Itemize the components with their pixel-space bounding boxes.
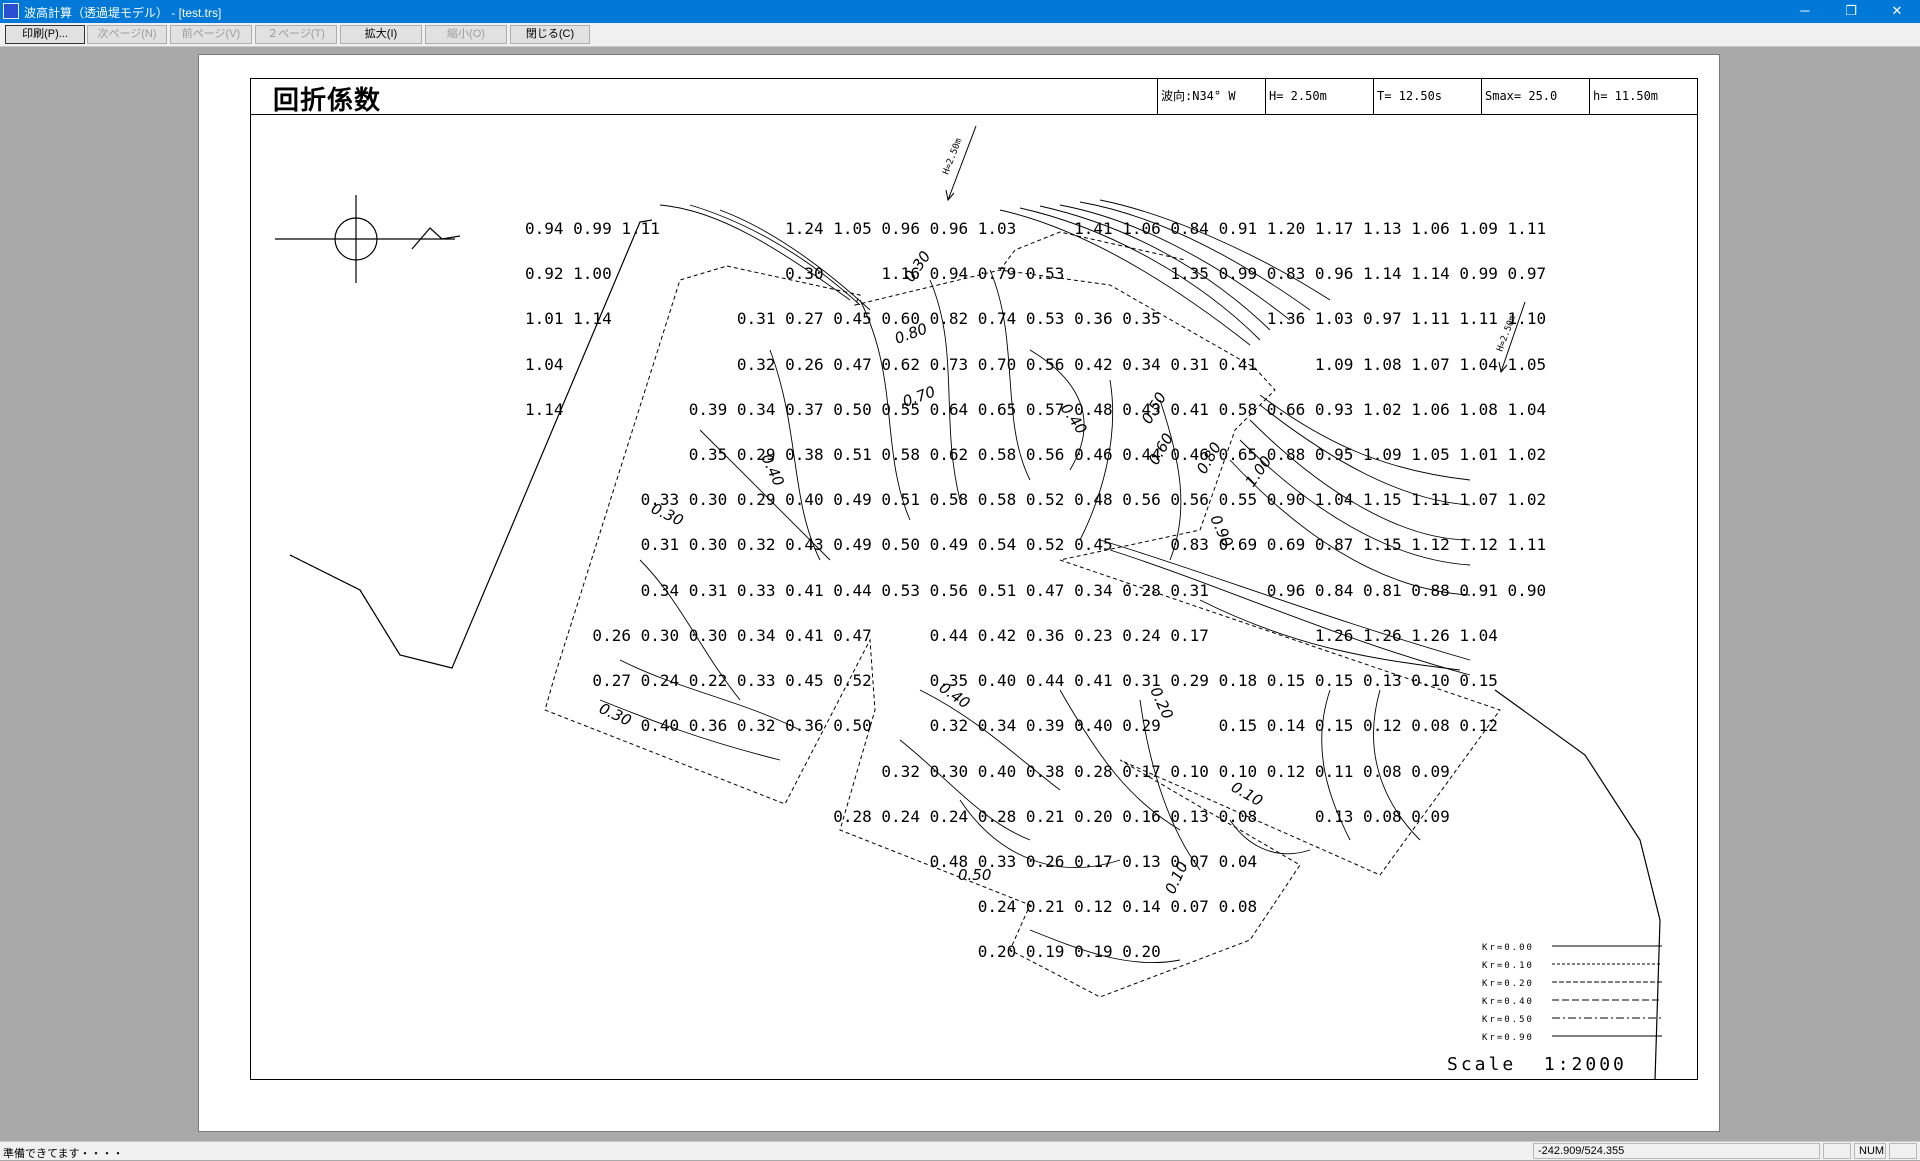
grid-row: 0.20 0.19 0.19 0.20 xyxy=(525,942,1161,961)
status-pane-empty xyxy=(1889,1143,1917,1159)
legend-lines xyxy=(1552,945,1662,1037)
contour-label: 0.50 xyxy=(958,866,991,884)
grid-row: 0.26 0.30 0.30 0.34 0.41 0.47 0.44 0.42 … xyxy=(525,626,1498,645)
legend: Kr=0.00 Kr=0.10 Kr=0.20 Kr=0.40 Kr=0.50 … xyxy=(1482,943,1534,1043)
breakwater-outline xyxy=(289,231,1501,998)
status-message: 準備できてます・・・・ xyxy=(3,1148,124,1160)
grid-row: 0.40 0.36 0.32 0.36 0.50 0.32 0.34 0.39 … xyxy=(525,716,1498,735)
grid-row: 0.35 0.29 0.38 0.51 0.58 0.62 0.58 0.56 … xyxy=(525,445,1546,464)
diffraction-map: H=2.50m H=2.50m 0.94 0.99 1.11 1.24 1.05… xyxy=(275,125,1662,1081)
grid-row: 0.94 0.99 1.11 1.24 1.05 0.96 0.96 1.03 … xyxy=(525,219,1546,238)
grid-row: 0.92 1.00 0.30 1.16 0.94 0.79 0.53 1.35 … xyxy=(525,264,1546,283)
grid-row: 0.33 0.30 0.29 0.40 0.49 0.51 0.58 0.58 … xyxy=(525,490,1546,509)
compass-icon xyxy=(275,195,461,283)
status-bar: 準備できてます・・・・ -242.909/524.355 NUM xyxy=(0,1141,1920,1160)
grid-row: 0.48 0.33 0.26 0.17 0.13 0.07 0.04 xyxy=(525,852,1257,871)
wave-arrow-label: H=2.50m xyxy=(941,137,964,176)
legend-label: Kr=0.90 xyxy=(1482,1033,1534,1043)
num-lock-indicator: NUM xyxy=(1854,1143,1886,1159)
coordinate-readout: -242.909/524.355 xyxy=(1533,1143,1820,1159)
contour-label: 0.10 xyxy=(1228,778,1266,810)
grid-row: 0.27 0.24 0.22 0.33 0.45 0.52 0.35 0.40 … xyxy=(525,671,1498,690)
grid-row: 0.32 0.30 0.40 0.38 0.28 0.17 0.10 0.10 … xyxy=(525,762,1450,781)
legend-label: Kr=0.10 xyxy=(1482,961,1534,971)
grid-row: 0.24 0.21 0.12 0.14 0.07 0.08 xyxy=(525,897,1257,916)
grid-row: 1.01 1.14 0.31 0.27 0.45 0.60 0.82 0.74 … xyxy=(525,309,1546,328)
scale-label: Scale 1:2000 xyxy=(1447,1054,1627,1075)
legend-label: Kr=0.50 xyxy=(1482,1015,1534,1025)
grid-row: 1.14 0.39 0.34 0.37 0.50 0.55 0.64 0.65 … xyxy=(525,400,1546,419)
grid-row: 0.28 0.24 0.24 0.28 0.21 0.20 0.16 0.13 … xyxy=(525,807,1450,826)
legend-label: Kr=0.00 xyxy=(1482,943,1534,953)
grid-row: 0.34 0.31 0.33 0.41 0.44 0.53 0.56 0.51 … xyxy=(525,581,1546,600)
grid-row: 1.04 0.32 0.26 0.47 0.62 0.73 0.70 0.56 … xyxy=(525,355,1546,374)
status-pane-empty xyxy=(1823,1143,1851,1159)
legend-label: Kr=0.20 xyxy=(1482,979,1534,989)
legend-label: Kr=0.40 xyxy=(1482,997,1534,1007)
grid-row: 0.31 0.30 0.32 0.43 0.49 0.50 0.49 0.54 … xyxy=(525,535,1546,554)
grid-values: 0.94 0.99 1.11 1.24 1.05 0.96 0.96 1.03 … xyxy=(525,219,1546,961)
